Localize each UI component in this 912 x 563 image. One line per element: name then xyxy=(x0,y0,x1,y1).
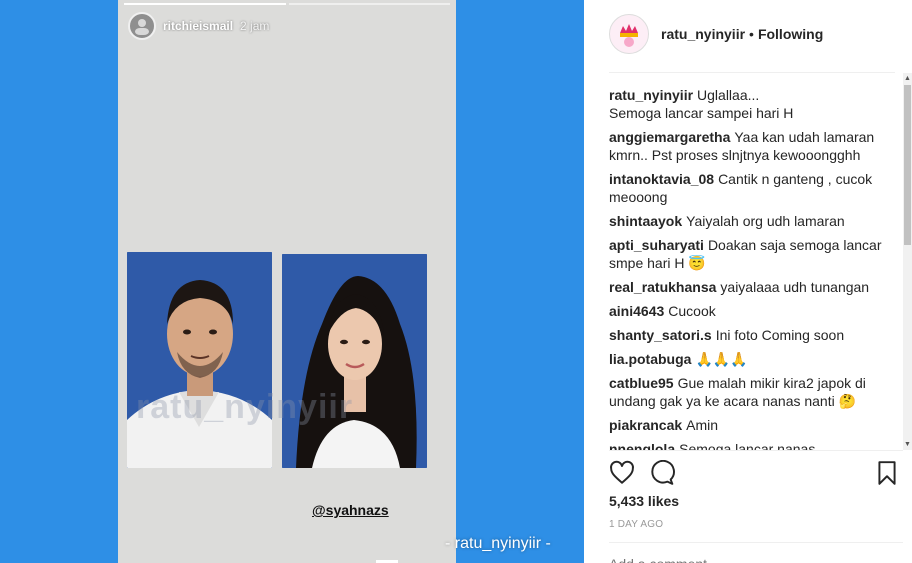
comment-item: ratu_nyinyiir Uglallaa... Semoga lancar s… xyxy=(609,86,889,122)
comment-item: lia.potabuga 🙏🙏🙏 xyxy=(609,350,889,368)
comment-username-link[interactable]: aini4643 xyxy=(609,303,664,319)
comment-item: catblue95 Gue malah mikir kira2 japok di … xyxy=(609,374,889,410)
comment-username-link[interactable]: real_ratukhansa xyxy=(609,279,716,295)
story-progress-segment xyxy=(288,3,450,5)
story-progress-bar xyxy=(124,3,450,5)
watermark-bottom: - ratu_nyinyiir - xyxy=(445,535,551,552)
post-actions xyxy=(609,459,900,486)
post-username-link[interactable]: ratu_nyinyiir xyxy=(661,26,745,42)
heart-icon xyxy=(610,460,634,484)
story-header: ritchieismail 2 jam xyxy=(128,12,269,40)
comment-item: shintaayok Yaiyalah org udh lamaran xyxy=(609,212,889,230)
comment-button[interactable] xyxy=(649,459,675,486)
post-header: ratu_nyinyiir • Following xyxy=(609,14,909,54)
comment-item: intanoktavia_08 Cantik n ganteng , cucok … xyxy=(609,170,889,206)
comment-box-divider xyxy=(609,542,903,543)
comment-text: yaiyalaaa udh tunangan xyxy=(720,279,870,295)
scroll-down-arrow-icon[interactable]: ▼ xyxy=(904,441,911,448)
user-icon xyxy=(135,19,149,35)
comment-username-link[interactable]: shintaayok xyxy=(609,213,682,229)
like-button[interactable] xyxy=(609,460,635,486)
comment-item: apti_suharyati Doakan saja semoga lancar … xyxy=(609,236,889,272)
add-comment-input[interactable] xyxy=(609,556,889,563)
comment-text: Amin xyxy=(686,417,719,433)
actions-divider xyxy=(609,450,903,451)
story-username: ritchieismail xyxy=(163,19,234,33)
post-photo[interactable]: ritchieismail 2 jam ratu_nyinyiir @syahn… xyxy=(0,0,584,563)
following-button[interactable]: Following xyxy=(758,26,823,42)
comment-item: piakrancak Amin xyxy=(609,416,889,434)
story-screenshot: ritchieismail 2 jam ratu_nyinyiir @syahn… xyxy=(118,0,456,563)
comment-username-link[interactable]: piakrancak xyxy=(609,417,682,433)
comment-username-link[interactable]: ratu_nyinyiir xyxy=(609,87,693,103)
comments-scrollbar[interactable]: ▲ ▼ xyxy=(903,73,912,450)
comment-username-link[interactable]: shanty_satori.s xyxy=(609,327,712,343)
comments-list[interactable]: ratu_nyinyiir Uglallaa... Semoga lancar s… xyxy=(609,86,889,450)
likes-count[interactable]: 5,433 likes xyxy=(609,493,679,509)
post-avatar[interactable] xyxy=(609,14,649,54)
comment-item: shanty_satori.s Ini foto Coming soon xyxy=(609,326,889,344)
post-time-ago[interactable]: 1 DAY AGO xyxy=(609,519,663,530)
comment-username-link[interactable]: nnenglola xyxy=(609,441,675,450)
scroll-up-arrow-icon[interactable]: ▲ xyxy=(904,75,911,82)
passport-photo-man xyxy=(127,252,272,468)
comment-item: anggiemargaretha Yaa kan udah lamaran kmr… xyxy=(609,128,889,164)
comment-item: real_ratukhansa yaiyalaaa udh tunangan xyxy=(609,278,889,296)
save-button[interactable] xyxy=(874,460,900,486)
comment-text: 🙏🙏🙏 xyxy=(695,351,748,367)
comment-username-link[interactable]: intanoktavia_08 xyxy=(609,171,714,187)
comment-text: Semoga lancar nanas xyxy=(679,441,816,450)
comment-icon xyxy=(651,459,675,485)
passport-photo-woman xyxy=(282,254,427,468)
comment-item: aini4643 Cucook xyxy=(609,302,889,320)
post-side-panel: ratu_nyinyiir • Following ratu_nyinyiir U… xyxy=(584,0,912,563)
comment-item: nnenglola Semoga lancar nanas xyxy=(609,440,889,450)
comment-text: Ini foto Coming soon xyxy=(715,327,845,343)
comment-username-link[interactable]: lia.potabuga xyxy=(609,351,691,367)
header-separator: • xyxy=(749,26,754,42)
comment-username-link[interactable]: apti_suharyati xyxy=(609,237,704,253)
story-time: 2 jam xyxy=(240,19,270,33)
bookmark-icon xyxy=(878,461,896,485)
comment-username-link[interactable]: anggiemargaretha xyxy=(609,129,730,145)
header-divider xyxy=(609,72,895,73)
scrollbar-thumb[interactable] xyxy=(904,85,911,245)
comment-text: Yaiyalah org udh lamaran xyxy=(686,213,845,229)
comment-username-link[interactable]: catblue95 xyxy=(609,375,674,391)
comment-text: Cucook xyxy=(668,303,716,319)
crown-logo-icon xyxy=(620,24,638,47)
story-mention-tag: @syahnazs xyxy=(312,502,389,518)
story-avatar xyxy=(128,12,156,40)
watermark-center: ratu_nyinyiir xyxy=(136,388,354,426)
story-progress-segment xyxy=(124,3,286,5)
